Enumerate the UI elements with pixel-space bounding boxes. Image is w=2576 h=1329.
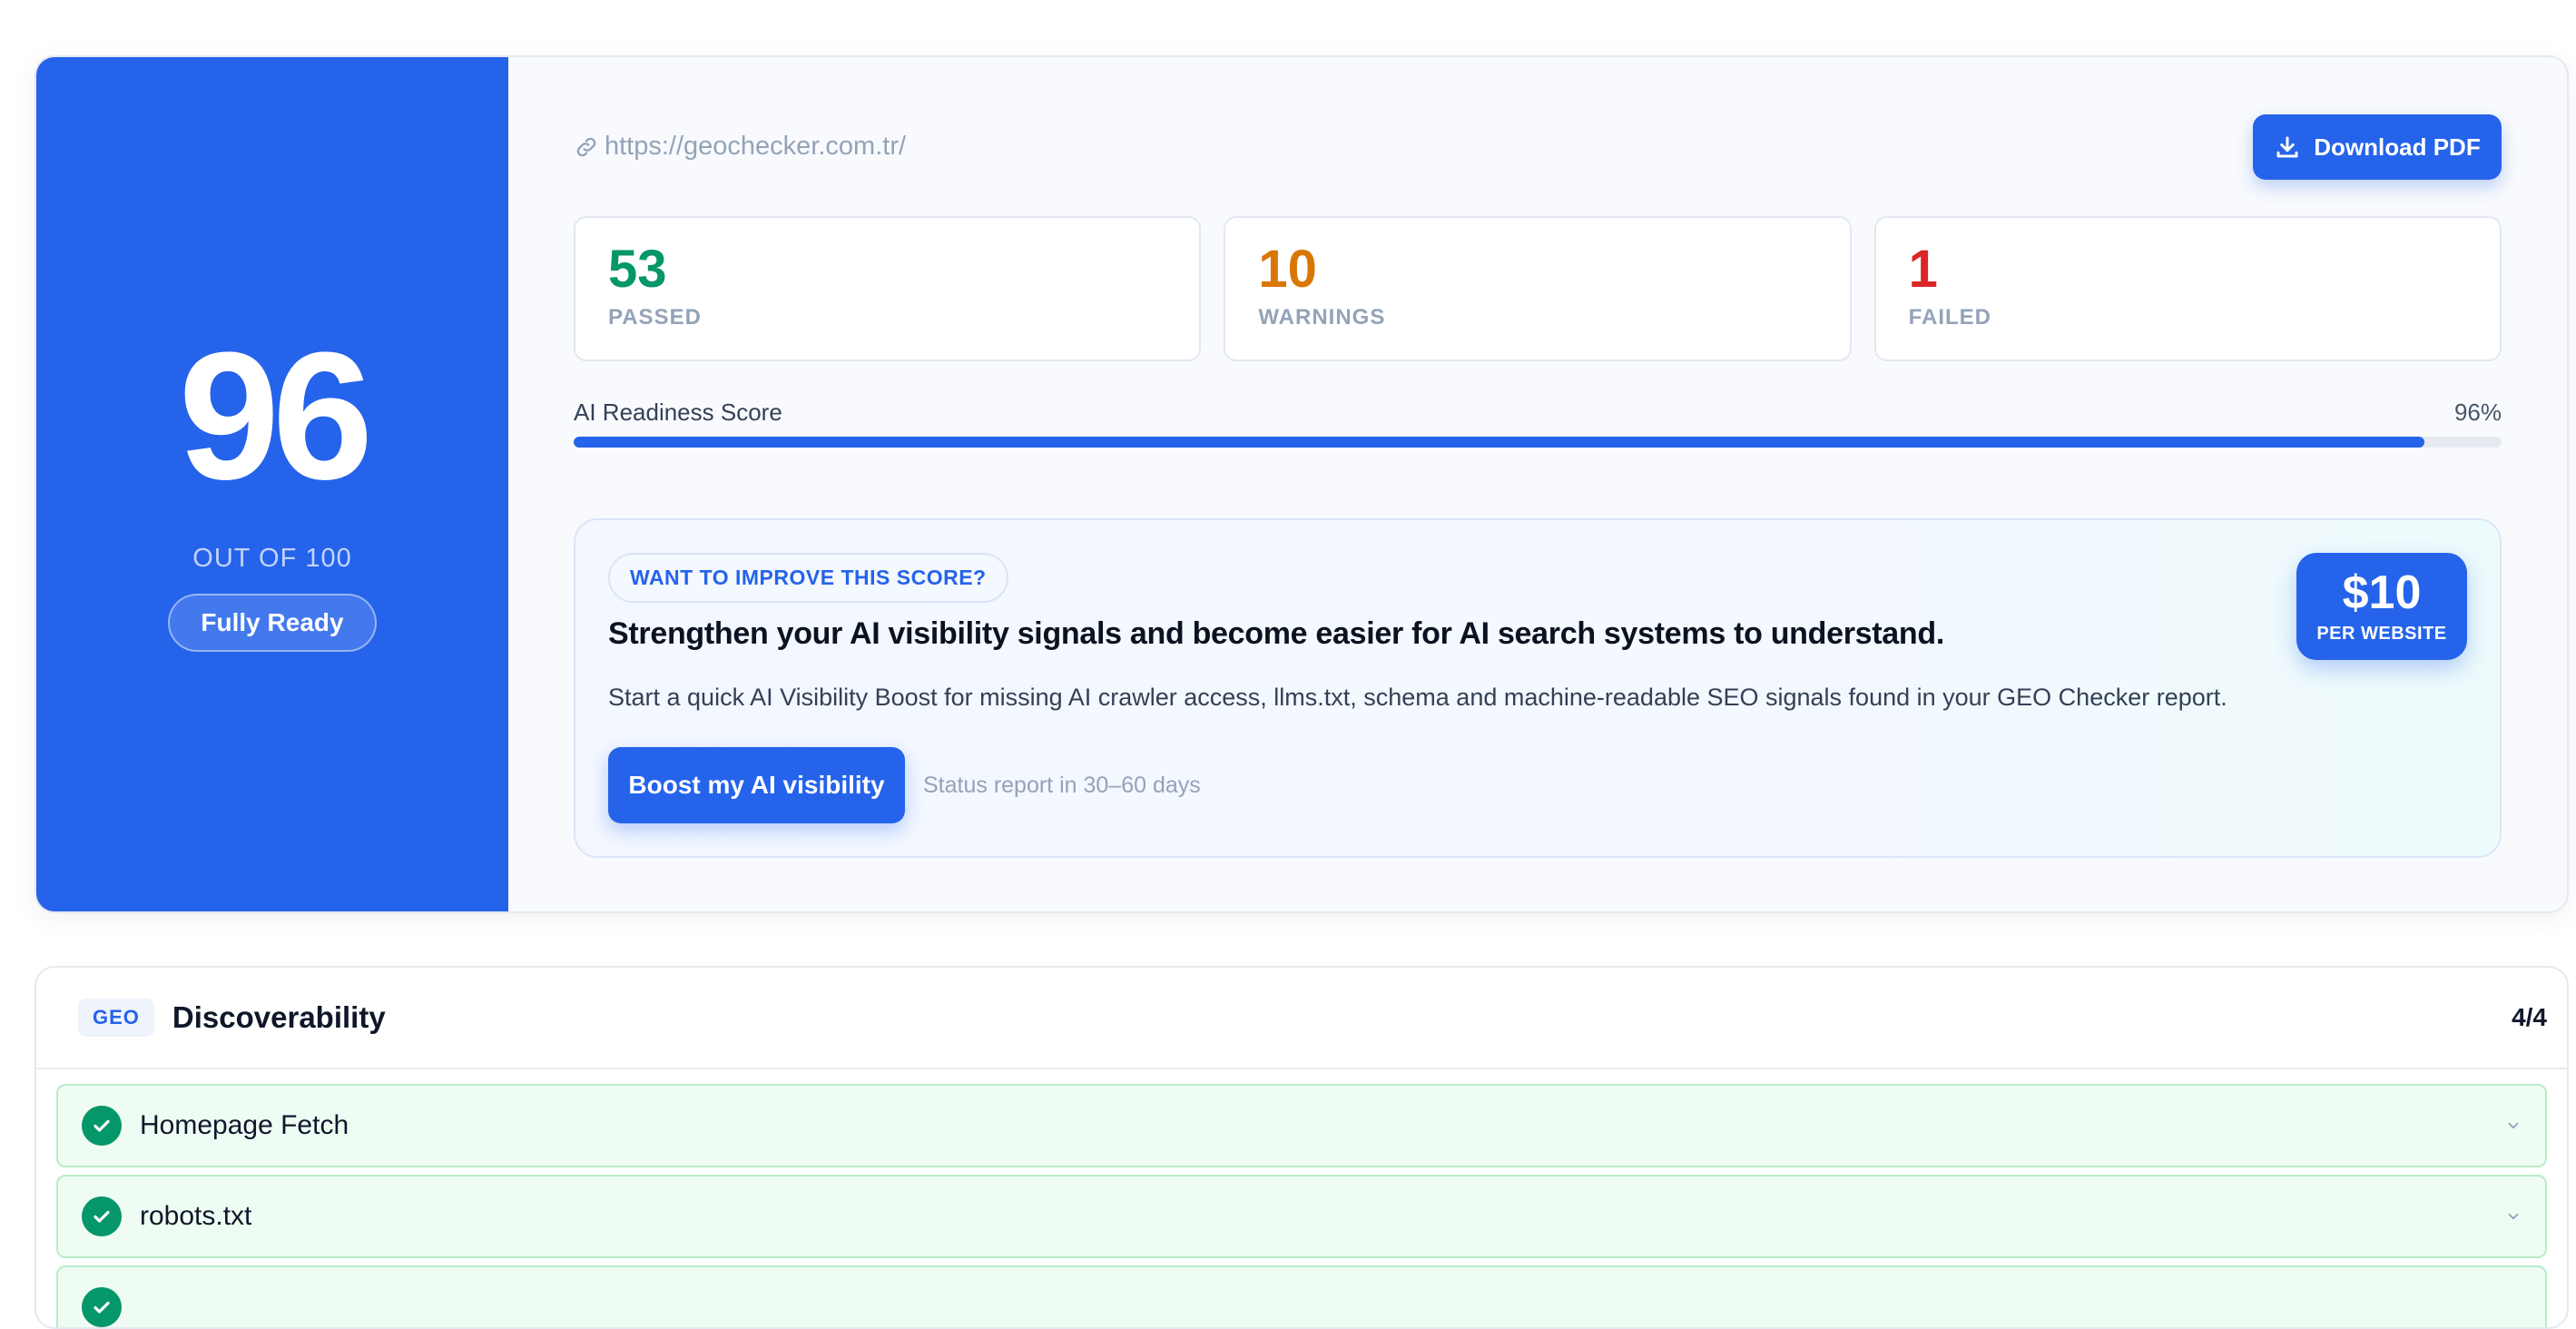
report-main: https://geochecker.com.tr/ Download PDF … [508,57,2567,911]
warnings-label: WARNINGS [1258,305,1386,330]
price-unit: PER WEBSITE [2316,623,2447,644]
discoverability-section: GEO Discoverability 4/4 Homepage Fetch r… [34,966,2569,1329]
warnings-count: 10 [1258,240,1317,299]
price-badge: $10 PER WEBSITE [2296,553,2467,660]
stat-card-failed: 1 FAILED [1873,216,2502,361]
stat-card-passed: 53 PASSED [574,216,1202,361]
failed-count: 1 [1908,240,1938,299]
check-item-partial[interactable] [56,1265,2547,1327]
check-icon [82,1287,122,1327]
check-item-label: robots.txt [140,1201,252,1231]
score-out-of: OUT OF 100 [192,544,352,573]
readiness-percent: 96% [2453,399,2502,426]
readiness-row: AI Readiness Score 96% [574,399,2502,427]
boost-tag: WANT TO IMPROVE THIS SCORE? [608,553,1008,603]
check-item-label: Homepage Fetch [140,1110,349,1140]
url-text: https://geochecker.com.tr/ [605,132,907,161]
download-pdf-button[interactable]: Download PDF [2253,114,2502,180]
price-amount: $10 [2342,566,2422,619]
download-icon [2276,136,2298,158]
section-title: Discoverability [172,1000,386,1034]
failed-label: FAILED [1908,305,1991,330]
stats-row: 53 PASSED 10 WARNINGS 1 FAILED [574,216,2502,361]
check-icon [82,1106,122,1146]
check-item-robots-txt[interactable]: robots.txt [56,1175,2547,1258]
passed-count: 53 [608,240,667,299]
chevron-down-icon[interactable] [2505,1208,2522,1225]
stat-card-warnings: 10 WARNINGS [1224,216,1852,361]
link-icon [576,137,596,156]
checked-url[interactable]: https://geochecker.com.tr/ [574,132,906,162]
boost-status-text: Status report in 30–60 days [923,773,1201,798]
check-item-homepage-fetch[interactable]: Homepage Fetch [56,1084,2547,1167]
score-panel: 96 OUT OF 100 Fully Ready [36,57,508,911]
check-icon [82,1196,122,1236]
readiness-badge: Fully Ready [168,594,377,652]
readiness-label: AI Readiness Score [574,399,782,426]
section-header[interactable]: GEO Discoverability 4/4 [36,968,2567,1069]
passed-label: PASSED [608,305,702,330]
boost-title: Strengthen your AI visibility signals an… [608,616,1944,651]
boost-description: Start a quick AI Visibility Boost for mi… [608,684,2227,711]
boost-visibility-button[interactable]: Boost my AI visibility [608,747,905,823]
chevron-down-icon[interactable] [2505,1117,2522,1134]
section-count: 4/4 [2512,1003,2547,1031]
download-pdf-label: Download PDF [2314,133,2481,161]
readiness-progress-bar [574,437,2502,448]
geo-tag: GEO [78,999,154,1037]
score-value: 96 [178,315,373,517]
report-card: 96 OUT OF 100 Fully Ready https://geoche… [34,55,2569,913]
boost-offer-card: WANT TO IMPROVE THIS SCORE? Strengthen y… [574,518,2502,858]
readiness-progress-fill [574,437,2425,448]
